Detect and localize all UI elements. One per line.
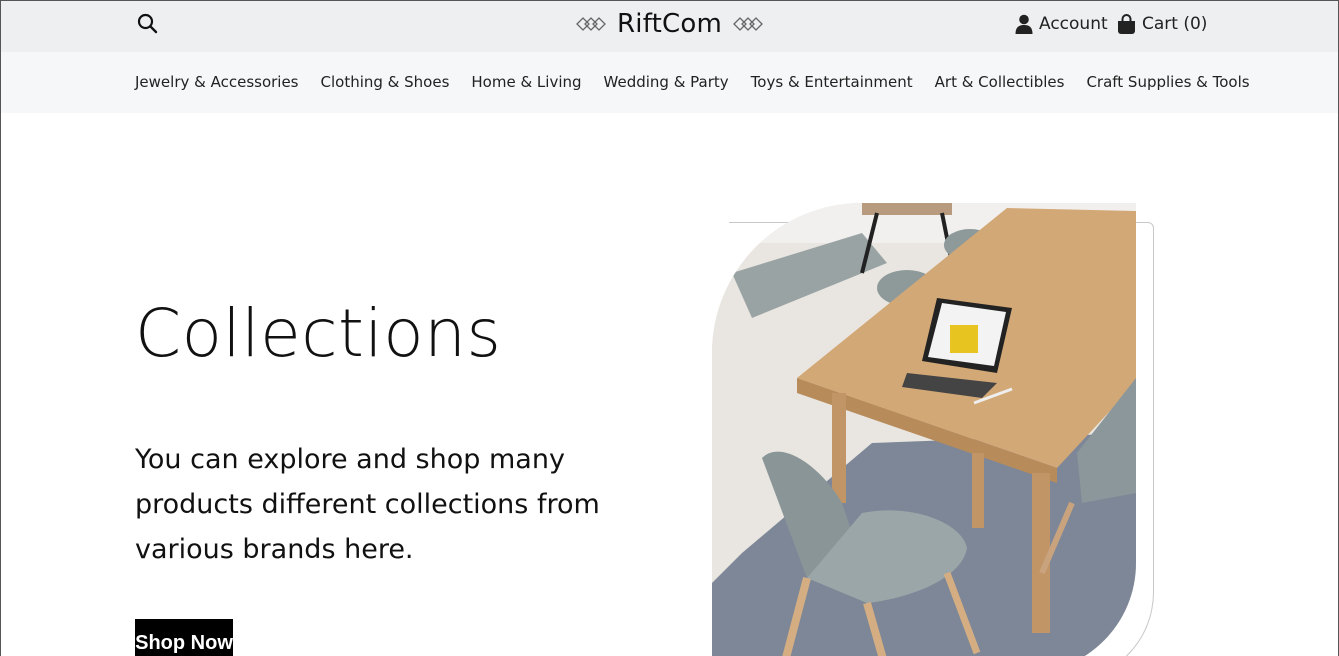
hero-image [712,203,1136,656]
category-art-collectibles[interactable]: Art & Collectibles [935,73,1065,91]
category-home-living[interactable]: Home & Living [471,73,581,91]
brand-name: RiftCom [617,9,722,39]
category-nav: Jewelry & Accessories Clothing & Shoes H… [1,52,1338,113]
category-wedding-party[interactable]: Wedding & Party [604,73,729,91]
diamond-chain-icon [733,17,763,31]
category-jewelry-accessories[interactable]: Jewelry & Accessories [135,73,299,91]
category-clothing-shoes[interactable]: Clothing & Shoes [321,73,450,91]
top-bar: RiftCom Account Cart (0) [1,1,1338,52]
account-label: Account [1039,14,1108,34]
user-icon [1015,14,1033,34]
diamond-chain-icon [576,17,606,31]
hero-title: Collections [135,295,502,372]
category-toys-entertainment[interactable]: Toys & Entertainment [751,73,913,91]
shop-now-button[interactable]: Shop Now [135,619,233,656]
hero-subtitle: You can explore and shop many products d… [135,444,600,565]
category-craft-supplies-tools[interactable]: Craft Supplies & Tools [1086,73,1249,91]
shopping-bag-icon [1118,13,1135,34]
account-link[interactable]: Account [1015,11,1108,37]
cart-label: Cart (0) [1142,14,1208,34]
cart-link[interactable]: Cart (0) [1117,11,1207,37]
page: RiftCom Account Cart (0) Jewelry & Acces… [0,0,1339,656]
